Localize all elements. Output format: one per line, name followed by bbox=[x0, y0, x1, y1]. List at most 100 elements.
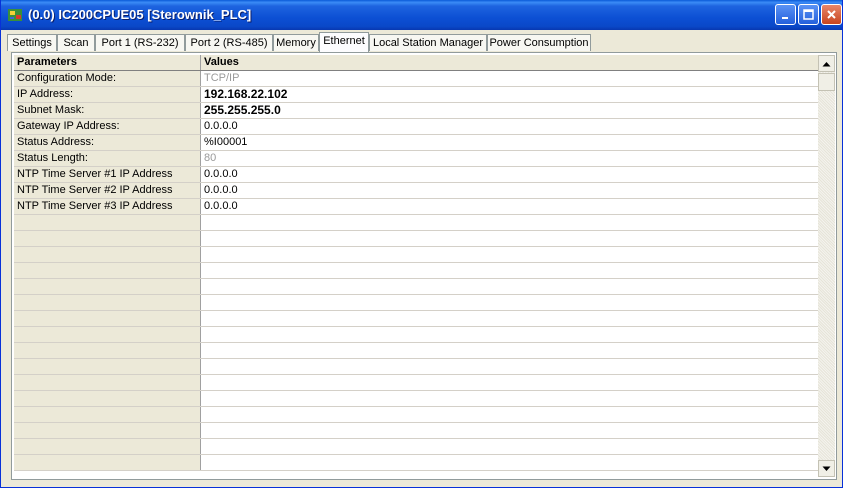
empty-param-cell bbox=[14, 375, 201, 390]
table-row[interactable]: Status Length: 80 bbox=[14, 151, 819, 167]
tab-memory[interactable]: Memory bbox=[273, 34, 319, 51]
empty-value-cell bbox=[201, 247, 819, 262]
param-ntp-server-2: NTP Time Server #2 IP Address bbox=[14, 183, 201, 198]
empty-param-cell bbox=[14, 455, 201, 470]
table-row[interactable]: IP Address: 192.168.22.102 bbox=[14, 87, 819, 103]
empty-row bbox=[14, 359, 819, 375]
empty-row bbox=[14, 295, 819, 311]
empty-row bbox=[14, 215, 819, 231]
empty-value-cell bbox=[201, 375, 819, 390]
empty-row bbox=[14, 231, 819, 247]
empty-value-cell bbox=[201, 407, 819, 422]
maximize-icon bbox=[803, 9, 814, 20]
empty-value-cell bbox=[201, 231, 819, 246]
empty-row bbox=[14, 439, 819, 455]
empty-value-cell bbox=[201, 423, 819, 438]
empty-param-cell bbox=[14, 407, 201, 422]
scroll-thumb[interactable] bbox=[818, 73, 835, 91]
empty-param-cell bbox=[14, 343, 201, 358]
arrow-down-icon bbox=[822, 466, 831, 471]
param-status-length: Status Length: bbox=[14, 151, 201, 166]
table-row[interactable]: Gateway IP Address: 0.0.0.0 bbox=[14, 119, 819, 135]
maximize-button[interactable] bbox=[798, 4, 819, 25]
plc-app-icon bbox=[8, 9, 22, 21]
empty-value-cell bbox=[201, 343, 819, 358]
value-gateway-ip[interactable]: 0.0.0.0 bbox=[201, 119, 819, 134]
value-configuration-mode[interactable]: TCP/IP bbox=[201, 71, 819, 86]
scroll-down-button[interactable] bbox=[818, 460, 835, 477]
parameters-header: Parameters bbox=[14, 55, 201, 70]
empty-value-cell bbox=[201, 295, 819, 310]
arrow-up-icon bbox=[822, 61, 831, 66]
tab-local-station-manager[interactable]: Local Station Manager bbox=[369, 34, 487, 51]
empty-param-cell bbox=[14, 231, 201, 246]
empty-row bbox=[14, 391, 819, 407]
value-status-address[interactable]: %I00001 bbox=[201, 135, 819, 150]
empty-rows bbox=[14, 215, 819, 471]
table-row[interactable]: NTP Time Server #1 IP Address 0.0.0.0 bbox=[14, 167, 819, 183]
empty-row bbox=[14, 263, 819, 279]
table-row[interactable]: NTP Time Server #2 IP Address 0.0.0.0 bbox=[14, 183, 819, 199]
parameters-grid: Parameters Values Configuration Mode: TC… bbox=[14, 55, 819, 471]
param-subnet-mask: Subnet Mask: bbox=[14, 103, 201, 118]
table-row[interactable]: Subnet Mask: 255.255.255.0 bbox=[14, 103, 819, 119]
empty-row bbox=[14, 423, 819, 439]
empty-row bbox=[14, 343, 819, 359]
empty-param-cell bbox=[14, 439, 201, 454]
value-ntp-server-3[interactable]: 0.0.0.0 bbox=[201, 199, 819, 214]
empty-param-cell bbox=[14, 423, 201, 438]
tab-ethernet[interactable]: Ethernet bbox=[319, 32, 369, 52]
tab-scan[interactable]: Scan bbox=[57, 34, 95, 51]
param-ip-address: IP Address: bbox=[14, 87, 201, 102]
table-row[interactable]: Status Address: %I00001 bbox=[14, 135, 819, 151]
plc-config-window: (0.0) IC200CPUE05 [Sterownik_PLC] Settin… bbox=[0, 0, 843, 488]
param-ntp-server-1: NTP Time Server #1 IP Address bbox=[14, 167, 201, 182]
ethernet-panel: Parameters Values Configuration Mode: TC… bbox=[11, 52, 837, 480]
empty-row bbox=[14, 375, 819, 391]
empty-value-cell bbox=[201, 359, 819, 374]
empty-value-cell bbox=[201, 263, 819, 278]
param-status-address: Status Address: bbox=[14, 135, 201, 150]
value-ip-address[interactable]: 192.168.22.102 bbox=[201, 87, 819, 102]
vertical-scrollbar[interactable] bbox=[818, 55, 835, 477]
tab-port1[interactable]: Port 1 (RS-232) bbox=[95, 34, 185, 51]
empty-value-cell bbox=[201, 327, 819, 342]
empty-param-cell bbox=[14, 359, 201, 374]
param-gateway-ip: Gateway IP Address: bbox=[14, 119, 201, 134]
title-bar[interactable]: (0.0) IC200CPUE05 [Sterownik_PLC] bbox=[1, 0, 842, 30]
empty-value-cell bbox=[201, 455, 819, 470]
empty-value-cell bbox=[201, 311, 819, 326]
minimize-icon bbox=[781, 16, 788, 19]
empty-value-cell bbox=[201, 391, 819, 406]
empty-row bbox=[14, 311, 819, 327]
empty-value-cell bbox=[201, 279, 819, 294]
empty-value-cell bbox=[201, 215, 819, 230]
empty-row bbox=[14, 327, 819, 343]
table-row[interactable]: NTP Time Server #3 IP Address 0.0.0.0 bbox=[14, 199, 819, 215]
scroll-up-button[interactable] bbox=[818, 55, 835, 72]
empty-row bbox=[14, 455, 819, 471]
param-ntp-server-3: NTP Time Server #3 IP Address bbox=[14, 199, 201, 214]
value-subnet-mask[interactable]: 255.255.255.0 bbox=[201, 103, 819, 118]
tab-port2[interactable]: Port 2 (RS-485) bbox=[185, 34, 273, 51]
empty-param-cell bbox=[14, 311, 201, 326]
close-icon bbox=[827, 10, 836, 19]
tab-settings[interactable]: Settings bbox=[7, 34, 57, 51]
value-ntp-server-1[interactable]: 0.0.0.0 bbox=[201, 167, 819, 182]
table-row[interactable]: Configuration Mode: TCP/IP bbox=[14, 71, 819, 87]
empty-param-cell bbox=[14, 391, 201, 406]
minimize-button[interactable] bbox=[775, 4, 796, 25]
close-button[interactable] bbox=[821, 4, 842, 25]
empty-param-cell bbox=[14, 215, 201, 230]
tab-strip: Settings Scan Port 1 (RS-232) Port 2 (RS… bbox=[7, 32, 837, 52]
tab-power-consumption[interactable]: Power Consumption bbox=[487, 34, 591, 51]
values-header: Values bbox=[201, 55, 819, 70]
value-status-length[interactable]: 80 bbox=[201, 151, 819, 166]
empty-param-cell bbox=[14, 279, 201, 294]
grid-header: Parameters Values bbox=[14, 55, 819, 71]
empty-row bbox=[14, 407, 819, 423]
empty-param-cell bbox=[14, 295, 201, 310]
empty-param-cell bbox=[14, 247, 201, 262]
empty-row bbox=[14, 247, 819, 263]
value-ntp-server-2[interactable]: 0.0.0.0 bbox=[201, 183, 819, 198]
